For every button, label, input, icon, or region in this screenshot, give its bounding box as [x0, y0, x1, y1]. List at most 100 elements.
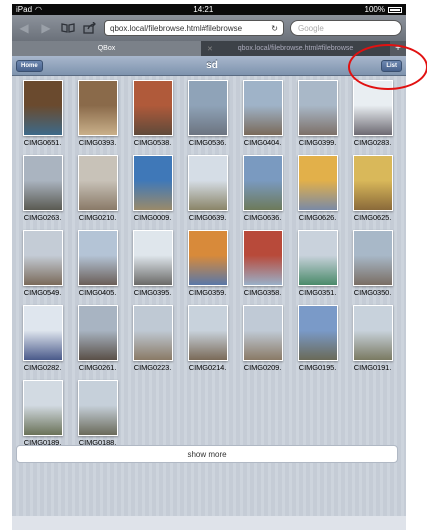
- photo-caption: CIMG0210.: [78, 213, 117, 222]
- photo-thumbnail[interactable]: [22, 305, 63, 361]
- photo-item[interactable]: CIMG0223.: [125, 305, 180, 380]
- photo-thumbnail[interactable]: [132, 230, 173, 286]
- photo-caption: CIMG0283.: [353, 138, 392, 147]
- search-field[interactable]: Google: [290, 20, 402, 36]
- photo-thumbnail[interactable]: [352, 155, 393, 211]
- bookmarks-icon[interactable]: [60, 20, 76, 36]
- photo-thumbnail[interactable]: [297, 80, 338, 136]
- page-title: sd: [206, 60, 218, 71]
- photo-item[interactable]: CIMG0195.: [290, 305, 345, 380]
- photo-item[interactable]: CIMG0189.: [15, 380, 70, 455]
- forward-icon[interactable]: ▶: [38, 20, 54, 36]
- wifi-icon: ◠: [35, 5, 42, 14]
- photo-thumbnail[interactable]: [297, 230, 338, 286]
- photo-browser: CIMG0651. CIMG0393. CIMG0538. CIMG0536. CIMG…: [12, 76, 406, 516]
- photo-thumbnail[interactable]: [242, 80, 283, 136]
- photo-caption: CIMG0549.: [23, 288, 62, 297]
- photo-caption: CIMG0351.: [298, 288, 337, 297]
- photo-thumbnail[interactable]: [187, 305, 228, 361]
- reload-icon[interactable]: ↻: [271, 24, 278, 33]
- battery-icon: [388, 6, 402, 13]
- photo-thumbnail[interactable]: [132, 155, 173, 211]
- photo-thumbnail[interactable]: [187, 155, 228, 211]
- photo-thumbnail[interactable]: [187, 230, 228, 286]
- search-placeholder: Google: [298, 23, 324, 33]
- photo-item[interactable]: CIMG0549.: [15, 230, 70, 305]
- photo-thumbnail[interactable]: [22, 155, 63, 211]
- photo-item[interactable]: CIMG0188.: [70, 380, 125, 455]
- photo-item[interactable]: CIMG0626.: [290, 155, 345, 230]
- photo-item[interactable]: CIMG0282.: [15, 305, 70, 380]
- photo-caption: CIMG0404.: [243, 138, 282, 147]
- photo-caption: CIMG0636.: [243, 213, 282, 222]
- photo-thumbnail[interactable]: [242, 305, 283, 361]
- photo-thumbnail[interactable]: [22, 380, 63, 436]
- photo-thumbnail[interactable]: [22, 80, 63, 136]
- photo-thumbnail[interactable]: [352, 305, 393, 361]
- photo-item[interactable]: CIMG0395.: [125, 230, 180, 305]
- photo-item[interactable]: CIMG0350.: [345, 230, 400, 305]
- annotation-circle: [348, 44, 427, 90]
- photo-item[interactable]: CIMG0651.: [15, 80, 70, 155]
- photo-caption: CIMG0538.: [133, 138, 172, 147]
- photo-item[interactable]: CIMG0405.: [70, 230, 125, 305]
- photo-caption: CIMG0626.: [298, 213, 337, 222]
- show-more-button[interactable]: show more: [16, 445, 398, 463]
- tab-qbox[interactable]: QBox: [12, 41, 201, 56]
- photo-thumbnail[interactable]: [77, 80, 118, 136]
- status-bar: iPad ◠ 14:21 100%: [12, 4, 406, 15]
- photo-item[interactable]: CIMG0351.: [290, 230, 345, 305]
- photo-thumbnail[interactable]: [132, 305, 173, 361]
- photo-item[interactable]: CIMG0214.: [180, 305, 235, 380]
- photo-thumbnail[interactable]: [77, 230, 118, 286]
- photo-thumbnail[interactable]: [132, 80, 173, 136]
- photo-thumbnail[interactable]: [242, 155, 283, 211]
- photo-item[interactable]: CIMG0263.: [15, 155, 70, 230]
- photo-item[interactable]: CIMG0358.: [235, 230, 290, 305]
- battery-percent: 100%: [364, 5, 385, 14]
- photo-item[interactable]: CIMG0191.: [345, 305, 400, 380]
- photo-thumbnail[interactable]: [352, 230, 393, 286]
- home-button[interactable]: Home: [16, 59, 43, 72]
- photo-thumbnail[interactable]: [77, 305, 118, 361]
- photo-item[interactable]: CIMG0261.: [70, 305, 125, 380]
- photo-item[interactable]: CIMG0359.: [180, 230, 235, 305]
- photo-caption: CIMG0214.: [188, 363, 227, 372]
- photo-caption: CIMG0625.: [353, 213, 392, 222]
- photo-grid: CIMG0651. CIMG0393. CIMG0538. CIMG0536. CIMG…: [15, 80, 401, 455]
- photo-caption: CIMG0191.: [353, 363, 392, 372]
- photo-thumbnail[interactable]: [187, 80, 228, 136]
- photo-thumbnail[interactable]: [22, 230, 63, 286]
- photo-item[interactable]: CIMG0399.: [290, 80, 345, 155]
- photo-item[interactable]: CIMG0536.: [180, 80, 235, 155]
- photo-item[interactable]: CIMG0283.: [345, 80, 400, 155]
- clock: 14:21: [193, 5, 214, 14]
- carrier-label: iPad: [16, 5, 33, 14]
- browser-toolbar: ◀ ▶ qbox.local/filebrowse.html#filebrows…: [12, 15, 406, 41]
- close-tab-icon[interactable]: ✕: [207, 45, 213, 53]
- url-field[interactable]: qbox.local/filebrowse.html#filebrowse ↻: [104, 20, 284, 36]
- photo-item[interactable]: CIMG0639.: [180, 155, 235, 230]
- photo-item[interactable]: CIMG0538.: [125, 80, 180, 155]
- photo-caption: CIMG0350.: [353, 288, 392, 297]
- photo-caption: CIMG0263.: [23, 213, 62, 222]
- back-icon[interactable]: ◀: [16, 20, 32, 36]
- share-icon[interactable]: [82, 20, 98, 36]
- photo-thumbnail[interactable]: [242, 230, 283, 286]
- photo-item[interactable]: CIMG0636.: [235, 155, 290, 230]
- photo-caption: CIMG0393.: [78, 138, 117, 147]
- photo-item[interactable]: CIMG0210.: [70, 155, 125, 230]
- url-text: qbox.local/filebrowse.html#filebrowse: [110, 23, 243, 33]
- photo-thumbnail[interactable]: [297, 155, 338, 211]
- photo-thumbnail[interactable]: [77, 380, 118, 436]
- photo-item[interactable]: CIMG0625.: [345, 155, 400, 230]
- photo-item[interactable]: CIMG0209.: [235, 305, 290, 380]
- photo-caption: CIMG0209.: [243, 363, 282, 372]
- photo-caption: CIMG0223.: [133, 363, 172, 372]
- photo-item[interactable]: CIMG0009.: [125, 155, 180, 230]
- photo-item[interactable]: CIMG0393.: [70, 80, 125, 155]
- photo-thumbnail[interactable]: [297, 305, 338, 361]
- photo-thumbnail[interactable]: [77, 155, 118, 211]
- photo-item[interactable]: CIMG0404.: [235, 80, 290, 155]
- photo-caption: CIMG0261.: [78, 363, 117, 372]
